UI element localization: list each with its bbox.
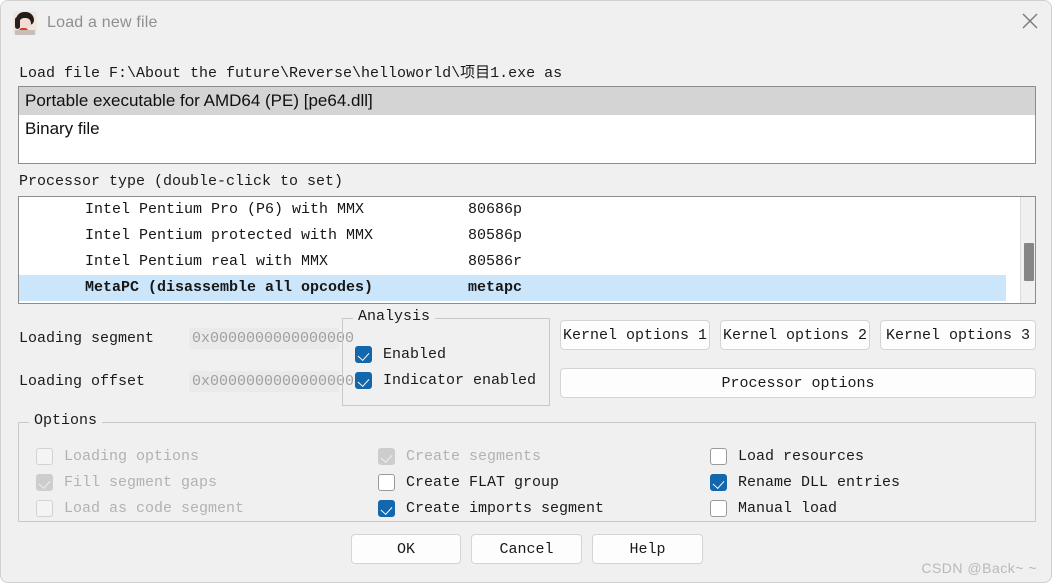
title-bar: Load a new file (1, 1, 1051, 45)
checkbox-create-flat-group[interactable]: Create FLAT group (378, 469, 710, 495)
cancel-button[interactable]: Cancel (471, 534, 582, 564)
checkbox-icon (378, 447, 395, 465)
checkbox-label: Loading options (64, 447, 200, 465)
checkbox-create-segments[interactable]: Create segments (378, 443, 710, 469)
checkbox-icon (710, 473, 727, 491)
checkbox-label: Create segments (406, 447, 542, 465)
checkbox-analysis-enabled[interactable]: Enabled (355, 341, 536, 367)
options-group: Options Loading options Fill segment gap… (18, 412, 1036, 522)
processor-name: Intel Pentium real with MMX (85, 253, 329, 270)
list-item[interactable]: Binary file (19, 115, 1035, 143)
processor-code: 80586r (468, 253, 523, 270)
kernel-options-2-button[interactable]: Kernel options 2 (720, 320, 870, 350)
loading-offset-row: Loading offset 0x0000000000000000 (19, 371, 354, 392)
analysis-group: Analysis Enabled Indicator enabled (342, 308, 550, 406)
checkbox-icon (36, 499, 53, 517)
checkbox-icon (378, 499, 395, 517)
checkbox-label: Load resources (738, 447, 865, 465)
scrollbar-thumb[interactable] (1024, 243, 1034, 281)
checkbox-load-resources[interactable]: Load resources (710, 443, 1010, 469)
loading-offset-input[interactable]: 0x0000000000000000 (189, 371, 354, 392)
loading-segment-label: Loading segment (19, 330, 155, 347)
table-row-selected[interactable]: MetaPC (disassemble all opcodes) metapc (19, 275, 1006, 301)
options-column-2: Create segments Create FLAT group Create… (378, 443, 710, 521)
checkbox-label: Indicator enabled (383, 371, 537, 389)
loading-segment-input[interactable]: 0x0000000000000000 (189, 328, 354, 349)
watermark: CSDN @Back~ ~ (921, 560, 1037, 576)
help-button[interactable]: Help (592, 534, 703, 564)
load-new-file-dialog: Load a new file Load file F:\About the f… (0, 0, 1052, 583)
checkbox-icon (36, 447, 53, 465)
app-avatar-icon (13, 11, 37, 35)
processor-list-scrollbar[interactable] (1020, 197, 1035, 303)
table-row[interactable]: Intel Pentium Pro (P6) with MMX 80686p (19, 197, 1035, 223)
checkbox-icon (355, 371, 372, 389)
checkbox-create-imports-segment[interactable]: Create imports segment (378, 495, 710, 521)
loading-offset-label: Loading offset (19, 373, 146, 390)
ok-button[interactable]: OK (351, 534, 461, 564)
checkbox-icon (355, 345, 372, 363)
checkbox-rename-dll-entries[interactable]: Rename DLL entries (710, 469, 1010, 495)
checkbox-label: Fill segment gaps (64, 473, 218, 491)
processor-name: Intel Pentium protected with MMX (85, 227, 374, 244)
checkbox-icon (36, 473, 53, 491)
checkbox-icon (710, 499, 727, 517)
checkbox-fill-segment-gaps[interactable]: Fill segment gaps (36, 469, 378, 495)
processor-type-list[interactable]: Intel Pentium Pro (P6) with MMX 80686p I… (18, 196, 1036, 304)
kernel-options-3-button[interactable]: Kernel options 3 (880, 320, 1036, 350)
loading-segment-row: Loading segment 0x0000000000000000 (19, 328, 354, 349)
checkbox-label: Rename DLL entries (738, 473, 901, 491)
processor-code: 80686p (468, 201, 523, 218)
checkbox-icon (378, 473, 395, 491)
close-icon[interactable] (1007, 1, 1051, 41)
processor-code: 80586p (468, 227, 523, 244)
checkbox-label: Create imports segment (406, 499, 605, 517)
options-column-1: Loading options Fill segment gaps Load a… (36, 443, 378, 521)
table-row[interactable]: Intel Pentium real with MMX 80586r (19, 249, 1035, 275)
options-column-3: Load resources Rename DLL entries Manual… (710, 443, 1010, 521)
processor-name: Intel Pentium Pro (P6) with MMX (85, 201, 365, 218)
checkbox-loading-options[interactable]: Loading options (36, 443, 378, 469)
analysis-legend: Analysis (353, 308, 436, 325)
checkbox-label: Create FLAT group (406, 473, 560, 491)
processor-options-button[interactable]: Processor options (560, 368, 1036, 398)
window-title: Load a new file (47, 14, 158, 31)
options-legend: Options (29, 412, 103, 429)
checkbox-load-as-code-segment[interactable]: Load as code segment (36, 495, 378, 521)
checkbox-indicator-enabled[interactable]: Indicator enabled (355, 367, 536, 393)
kernel-options-1-button[interactable]: Kernel options 1 (560, 320, 710, 350)
table-row[interactable]: Intel Pentium protected with MMX 80586p (19, 223, 1035, 249)
processor-type-label: Processor type (double-click to set) (19, 173, 344, 190)
checkbox-label: Manual load (738, 499, 838, 517)
processor-name: MetaPC (disassemble all opcodes) (85, 279, 374, 296)
list-item[interactable]: Portable executable for AMD64 (PE) [pe64… (19, 87, 1035, 115)
checkbox-label: Load as code segment (64, 499, 245, 517)
file-type-list[interactable]: Portable executable for AMD64 (PE) [pe64… (18, 86, 1036, 164)
checkbox-manual-load[interactable]: Manual load (710, 495, 1010, 521)
processor-code: metapc (468, 279, 523, 296)
load-file-path-label: Load file F:\About the future\Reverse\he… (19, 65, 563, 82)
checkbox-label: Enabled (383, 345, 447, 363)
checkbox-icon (710, 447, 727, 465)
